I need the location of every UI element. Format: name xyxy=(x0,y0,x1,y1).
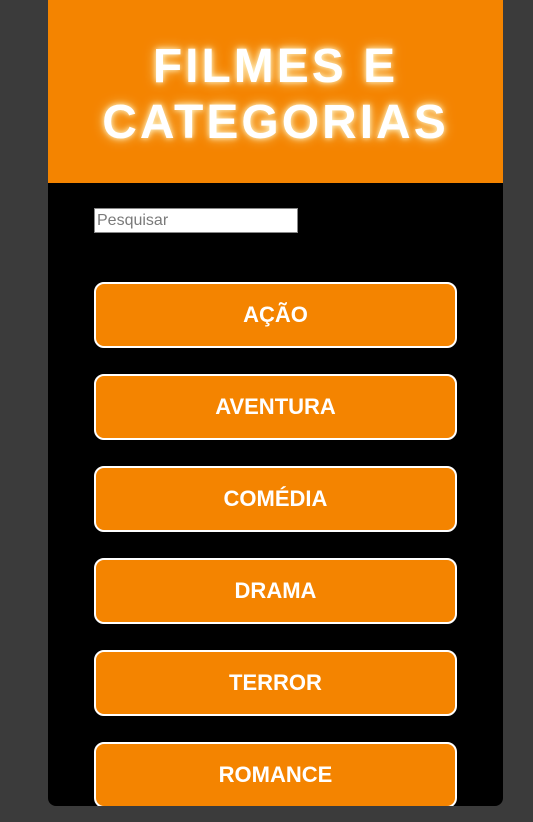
page-title: FILMES E CATEGORIAS xyxy=(102,39,449,149)
category-label: TERROR xyxy=(229,670,322,695)
category-list: AÇÃO AVENTURA COMÉDIA DRAMA TERROR ROMAN xyxy=(94,282,457,806)
main-card: FILMES E CATEGORIAS AÇÃO AVENTURA COMÉDI… xyxy=(48,0,503,806)
category-label: AÇÃO xyxy=(243,302,308,327)
category-button-comedia[interactable]: COMÉDIA xyxy=(94,466,457,532)
category-button-drama[interactable]: DRAMA xyxy=(94,558,457,624)
header-banner: FILMES E CATEGORIAS xyxy=(48,0,503,183)
category-label: AVENTURA xyxy=(215,394,336,419)
search-container xyxy=(94,208,298,233)
category-label: COMÉDIA xyxy=(223,486,328,511)
category-button-aventura[interactable]: AVENTURA xyxy=(94,374,457,440)
search-input[interactable] xyxy=(94,208,298,233)
category-label: ROMANCE xyxy=(218,762,333,787)
category-button-terror[interactable]: TERROR xyxy=(94,650,457,716)
category-button-acao[interactable]: AÇÃO xyxy=(94,282,457,348)
category-label: DRAMA xyxy=(234,578,317,603)
category-button-romance[interactable]: ROMANCE xyxy=(94,742,457,806)
